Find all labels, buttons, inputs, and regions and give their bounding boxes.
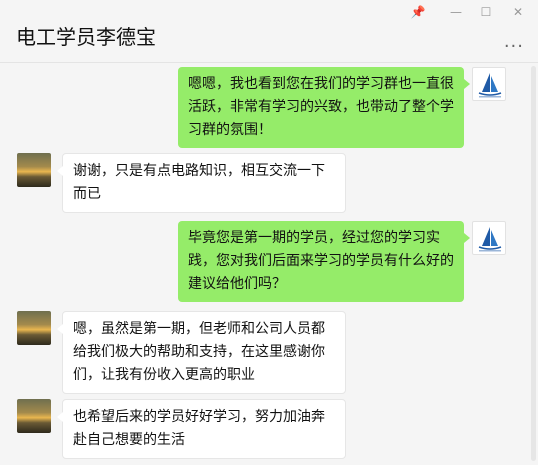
- chat-title: 电工学员李德宝: [16, 25, 156, 49]
- message-bubble-received[interactable]: 也希望后来的学员好好学习，努力加油奔赴自己想要的生活: [57, 399, 346, 459]
- my-avatar[interactable]: [472, 221, 506, 255]
- message-list[interactable]: 嗯嗯，我也看到您在我们的学习群也一直很活跃，非常有学习的兴致，也带动了整个学习群…: [0, 63, 538, 465]
- chat-header: 电工学员李德宝 📌 — ☐ ✕ ···: [0, 0, 538, 63]
- maximize-button[interactable]: ☐: [476, 4, 496, 20]
- minimize-button[interactable]: —: [446, 4, 466, 20]
- contact-avatar[interactable]: [17, 311, 51, 345]
- message-bubble-sent[interactable]: 毕竟您是第一期的学员，经过您的学习实践，您对我们后面来学习的学员有什么好的建议给…: [178, 221, 470, 302]
- pin-icon[interactable]: 📌: [408, 4, 428, 20]
- message-bubble-received[interactable]: 嗯，虽然是第一期，但老师和公司人员都给我们极大的帮助和支持，在这里感谢你们，让我…: [57, 311, 346, 394]
- message-text: 嗯嗯，我也看到您在我们的学习群也一直很活跃，非常有学习的兴致，也带动了整个学习群…: [188, 76, 454, 138]
- message-text: 也希望后来的学员好好学习，努力加油奔赴自己想要的生活: [73, 409, 325, 448]
- scrollbar[interactable]: [531, 66, 536, 461]
- message-text: 谢谢，只是有点电路知识，相互交流一下而已: [73, 163, 325, 202]
- contact-avatar[interactable]: [17, 399, 51, 433]
- message-bubble-received[interactable]: 谢谢，只是有点电路知识，相互交流一下而已: [57, 153, 346, 213]
- sailboat-logo-icon: [478, 73, 502, 98]
- more-options-icon[interactable]: ···: [504, 36, 524, 57]
- my-avatar[interactable]: [472, 67, 506, 101]
- message-text: 毕竟您是第一期的学员，经过您的学习实践，您对我们后面来学习的学员有什么好的建议给…: [188, 230, 454, 292]
- contact-avatar[interactable]: [17, 153, 51, 187]
- message-bubble-sent[interactable]: 嗯嗯，我也看到您在我们的学习群也一直很活跃，非常有学习的兴致，也带动了整个学习群…: [178, 67, 470, 148]
- sailboat-logo-icon: [478, 227, 502, 252]
- message-text: 嗯，虽然是第一期，但老师和公司人员都给我们极大的帮助和支持，在这里感谢你们，让我…: [73, 321, 325, 383]
- close-button[interactable]: ✕: [508, 4, 528, 20]
